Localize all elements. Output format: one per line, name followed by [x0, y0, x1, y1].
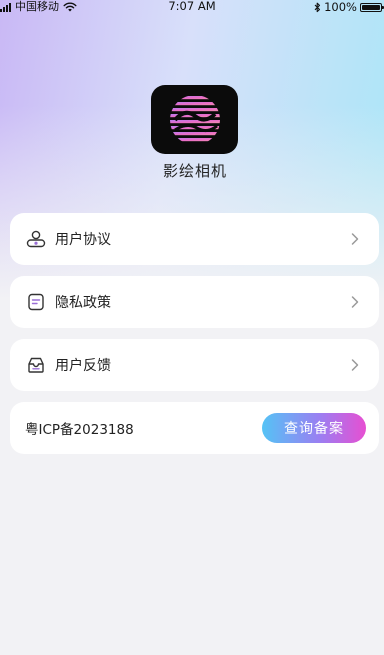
bluetooth-icon — [314, 2, 321, 13]
app-logo — [151, 85, 238, 154]
menu-item-label: 隐私政策 — [55, 295, 111, 311]
query-filing-button[interactable]: 查询备案 — [262, 413, 366, 443]
feedback-icon — [25, 354, 47, 376]
status-bar: 中国移动 7:07 AM 100% — [0, 0, 384, 14]
app-name: 影绘相机 — [162, 162, 227, 180]
icp-number: 粤ICP备2023188 — [25, 422, 134, 438]
menu-item-user-feedback[interactable]: 用户反馈 — [10, 339, 379, 391]
menu-item-privacy-policy[interactable]: 隐私政策 — [10, 276, 379, 328]
menu-item-label: 用户协议 — [55, 232, 111, 248]
chevron-right-icon — [349, 295, 361, 309]
privacy-policy-icon — [25, 291, 47, 313]
menu-item-user-agreement[interactable]: 用户协议 — [10, 213, 379, 265]
icp-card: 粤ICP备2023188 查询备案 — [10, 402, 379, 454]
user-agreement-icon — [25, 228, 47, 250]
chevron-right-icon — [349, 358, 361, 372]
battery-percentage: 100% — [324, 0, 357, 14]
battery-icon — [360, 2, 384, 12]
status-right: 100% — [314, 0, 384, 14]
menu-item-label: 用户反馈 — [55, 358, 111, 374]
chevron-right-icon — [349, 232, 361, 246]
